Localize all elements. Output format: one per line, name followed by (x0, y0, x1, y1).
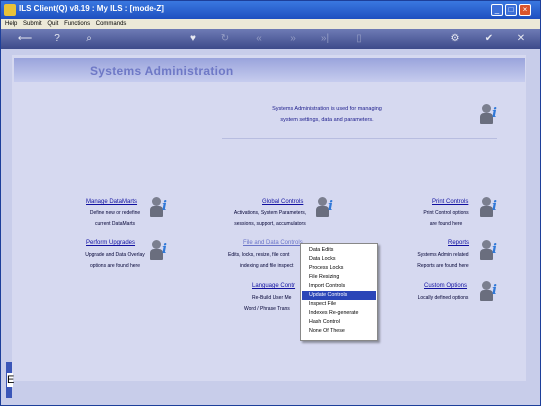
help-icon[interactable]: ? (51, 33, 63, 45)
manage-datamarts-desc-2: current DataMarts (94, 221, 135, 227)
next-icon[interactable]: » (287, 33, 299, 45)
app-icon (4, 4, 16, 16)
global-controls-desc-2: sessions, support, accumulators (234, 221, 306, 227)
menu-item-none-of-these[interactable]: None Of These (302, 327, 376, 336)
print-controls-link[interactable]: Print Controls (432, 199, 468, 205)
menu-bar: Help Submit Quit Functions Commands (1, 19, 540, 29)
reports-link[interactable]: Reports (448, 240, 469, 246)
page-title: Systems Administration (90, 64, 234, 78)
manage-datamarts-link[interactable]: Manage DataMarts (86, 199, 137, 205)
language-controls-desc-2: Word / Phrase Trans (244, 306, 290, 312)
menu-item-file-resizing[interactable]: File Resizing (302, 273, 376, 282)
heart-icon[interactable]: ♥ (187, 33, 199, 45)
menu-item-data-edits[interactable]: Data Edits (302, 246, 376, 255)
menu-item-process-locks[interactable]: Process Locks (302, 264, 376, 273)
reports-desc-2: Reports are found here (417, 263, 469, 269)
exit-icon[interactable]: ⟵ (15, 33, 35, 45)
file-data-controls-menu: Data Edits Data Locks Process Locks File… (300, 243, 378, 341)
menu-item-data-locks[interactable]: Data Locks (302, 255, 376, 264)
check-icon[interactable]: ✔ (483, 33, 495, 45)
menu-item-update-controls[interactable]: Update Controls (302, 291, 376, 300)
perform-upgrades-icon[interactable]: i (148, 240, 170, 262)
close-button[interactable]: × (519, 4, 531, 16)
perform-upgrades-link[interactable]: Perform Upgrades (86, 240, 135, 246)
manage-datamarts-icon[interactable]: i (148, 197, 170, 219)
print-controls-desc-2: are found here (429, 221, 463, 227)
custom-options-desc-1: Locally defined options (417, 295, 469, 301)
custom-options-icon[interactable]: i (478, 281, 500, 303)
menu-item-import-controls[interactable]: Import Controls (302, 282, 376, 291)
menu-item-hash-control[interactable]: Hash Control (302, 318, 376, 327)
file-data-controls-desc-2: indexing and file inspect (240, 263, 294, 269)
manage-datamarts-desc-1: Define new or redefine (89, 210, 141, 216)
first-icon[interactable]: « (253, 33, 265, 45)
divider (222, 138, 497, 139)
admin-info-icon: i (478, 104, 500, 126)
custom-options-link[interactable]: Custom Options (424, 283, 467, 289)
perform-upgrades-desc-1: Upgrade and Data Overlay (85, 252, 145, 258)
language-controls-link[interactable]: Language Contr (252, 283, 295, 289)
perform-upgrades-desc-2: options are found here (89, 263, 141, 269)
menu-submit[interactable]: Submit (23, 21, 42, 27)
search-icon[interactable]: ⌕ (83, 33, 95, 45)
global-controls-link[interactable]: Global Controls (262, 199, 303, 205)
menu-item-indexes-regenerate[interactable]: Indexes Re-generate (302, 309, 376, 318)
cancel-icon[interactable]: ✕ (515, 33, 527, 45)
side-tab-marker: E (7, 373, 15, 387)
refresh-icon[interactable]: ↻ (219, 33, 231, 45)
language-controls-desc-1: Re-Build User Me (252, 295, 292, 301)
main-content (12, 55, 526, 381)
minimize-button[interactable]: _ (491, 4, 503, 16)
last-icon[interactable]: »| (319, 33, 331, 45)
intro-line-1: Systems Administration is used for manag… (272, 106, 382, 112)
print-controls-desc-1: Print Control options (423, 210, 469, 216)
intro-line-2: system settings, data and parameters. (280, 117, 374, 123)
title-bar[interactable]: ILS Client(Q) v8.19 : My ILS : [mode-Z] … (1, 1, 540, 19)
menu-functions[interactable]: Functions (64, 21, 90, 27)
file-data-controls-desc-1: Edits, locks, resize, file cont (228, 252, 290, 258)
reports-icon[interactable]: i (478, 240, 500, 262)
maximize-button[interactable]: □ (505, 4, 517, 16)
file-data-controls-link[interactable]: File and Data Controls (243, 240, 303, 246)
print-controls-icon[interactable]: i (478, 197, 500, 219)
reports-desc-1: Systems Admin related (417, 252, 469, 258)
toolbar: ⟵ ? ⌕ ♥ ↻ « » »| ▯ ⚙ ✔ ✕ (1, 29, 540, 49)
menu-help[interactable]: Help (5, 21, 17, 27)
menu-quit[interactable]: Quit (47, 21, 58, 27)
menu-item-inspect-file[interactable]: Inspect File (302, 300, 376, 309)
settings-icon[interactable]: ⚙ (449, 33, 461, 45)
global-controls-icon[interactable]: i (314, 197, 336, 219)
new-icon[interactable]: ▯ (353, 33, 365, 45)
global-controls-desc-1: Activations, System Parameters, (233, 210, 307, 216)
window-title: ILS Client(Q) v8.19 : My ILS : [mode-Z] (19, 4, 164, 13)
menu-commands[interactable]: Commands (96, 21, 127, 27)
